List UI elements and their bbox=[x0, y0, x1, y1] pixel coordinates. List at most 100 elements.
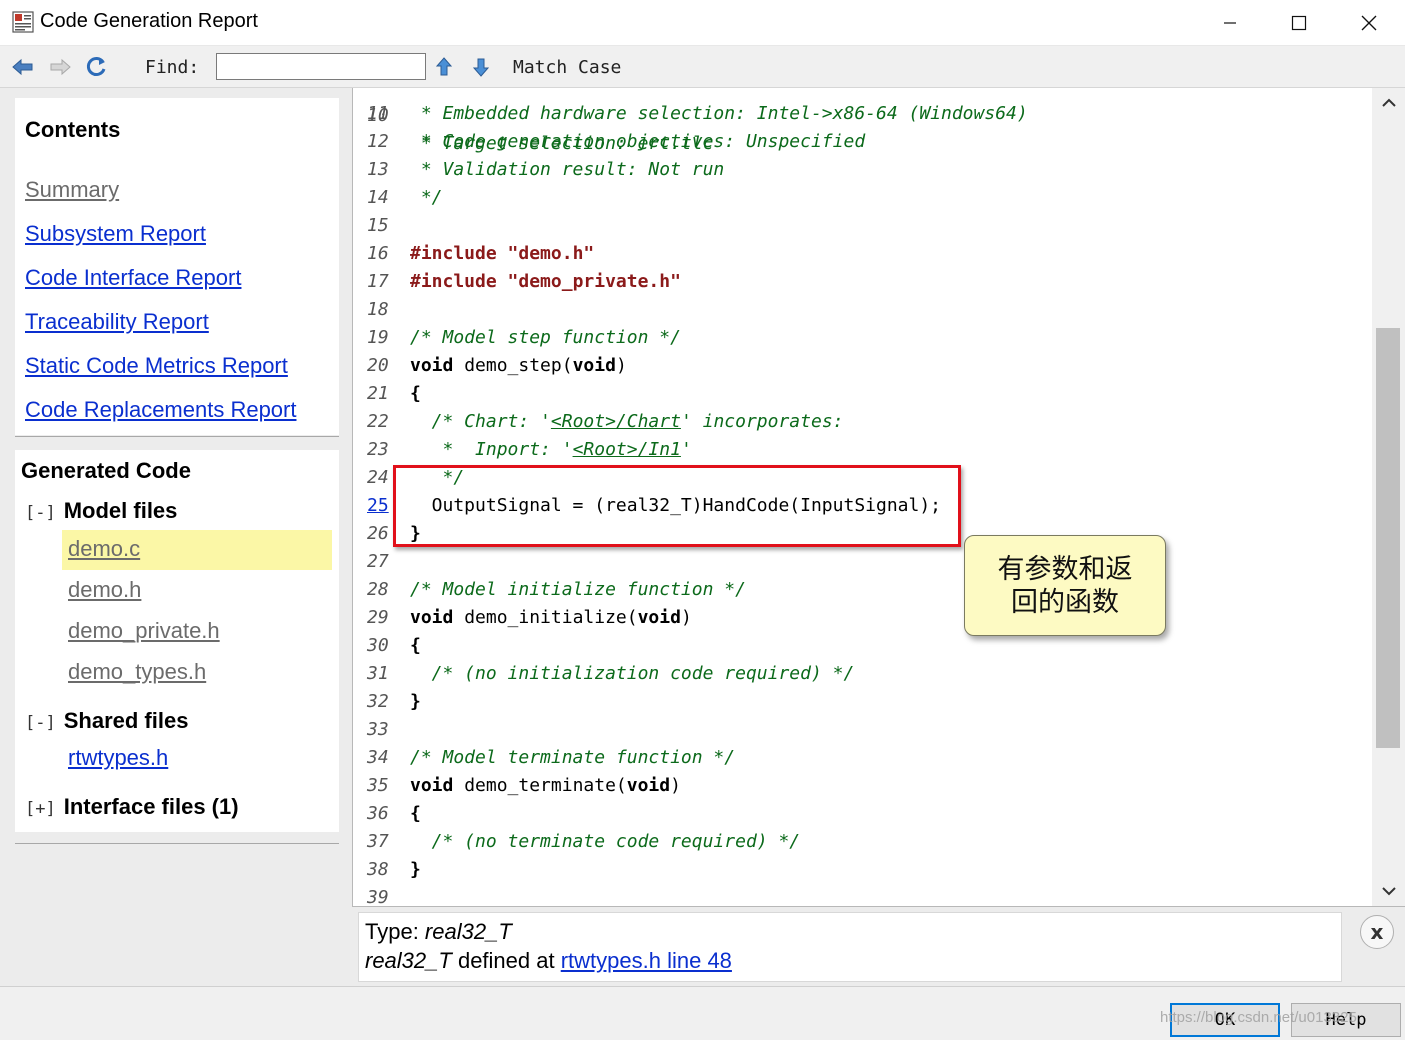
code-line: 35 void demo_terminate(void) bbox=[353, 772, 1373, 800]
code-text: */ bbox=[410, 187, 443, 208]
line-number: 39 bbox=[367, 887, 389, 906]
keyword: void bbox=[626, 775, 671, 796]
code-text: /* (no initialization code required) */ bbox=[410, 663, 855, 684]
code-line: 19 /* Model step function */ bbox=[353, 324, 1373, 352]
interface-files-toggle[interactable]: [+] bbox=[25, 799, 56, 819]
scroll-down-button[interactable] bbox=[1372, 878, 1405, 904]
forward-arrow-icon bbox=[50, 58, 71, 76]
scroll-thumb[interactable] bbox=[1376, 328, 1400, 748]
code-text: { bbox=[410, 383, 421, 404]
refresh-button[interactable] bbox=[85, 55, 109, 79]
comment-text: /* Chart: ' bbox=[410, 411, 551, 432]
line-number: 16 bbox=[367, 243, 389, 264]
line-number: 36 bbox=[367, 803, 389, 824]
code-line: 37 /* (no terminate code required) */ bbox=[353, 828, 1373, 856]
maximize-icon bbox=[1291, 15, 1307, 31]
file-link-demo-c[interactable]: demo.c bbox=[68, 536, 140, 562]
line-number: 35 bbox=[367, 775, 389, 796]
code-line: 13 * Validation result: Not run bbox=[353, 156, 1373, 184]
code-line: 29 void demo_initialize(void) bbox=[353, 604, 1373, 632]
close-window-button[interactable] bbox=[1334, 0, 1404, 46]
maximize-button[interactable] bbox=[1264, 0, 1334, 46]
line-number: 12 bbox=[367, 131, 389, 152]
code-text: } bbox=[410, 859, 421, 880]
punctuation: ) bbox=[615, 355, 627, 376]
function-name: demo_terminate( bbox=[453, 775, 627, 796]
keyword: void bbox=[637, 607, 681, 628]
shared-files-group: [-] Shared files bbox=[25, 708, 188, 734]
line-number: 30 bbox=[367, 635, 389, 656]
code-line: 12 * Code generation objectives: Unspeci… bbox=[353, 128, 1373, 156]
generated-code-section: Generated Code [-] Model files demo.c de… bbox=[15, 450, 339, 832]
code-line: 23 * Inport: '<Root>/In1' bbox=[353, 436, 1373, 464]
code-line: 32} bbox=[353, 688, 1373, 716]
line-number: 28 bbox=[367, 579, 389, 600]
watermark: https://blog.csdn.net/u013325 bbox=[1160, 1009, 1357, 1026]
keyword: void bbox=[410, 607, 454, 628]
section-divider bbox=[15, 843, 339, 844]
line-number: 14 bbox=[367, 187, 389, 208]
find-input[interactable] bbox=[216, 53, 426, 80]
code-text: * Embedded hardware selection: Intel->x8… bbox=[410, 103, 1028, 124]
code-text: /* (no terminate code required) */ bbox=[410, 831, 801, 852]
type-info-box: Type: real32_T real32_T defined at rtwty… bbox=[358, 912, 1342, 982]
line-number: 27 bbox=[367, 551, 389, 572]
keyword: void bbox=[410, 775, 454, 796]
shared-files-toggle[interactable]: [-] bbox=[25, 713, 56, 733]
nav-link-code-replacements-report[interactable]: Code Replacements Report bbox=[25, 397, 296, 423]
file-link-rtwtypes-h[interactable]: rtwtypes.h bbox=[68, 745, 168, 771]
arrow-up-icon bbox=[435, 57, 453, 76]
code-scrollbar[interactable] bbox=[1372, 88, 1405, 906]
scroll-up-button[interactable] bbox=[1372, 90, 1405, 116]
code-text: void demo_initialize(void) bbox=[410, 604, 692, 632]
chevron-down-icon bbox=[1381, 887, 1396, 896]
nav-link-static-code-metrics-report[interactable]: Static Code Metrics Report bbox=[25, 353, 288, 379]
file-link-demo-types-h[interactable]: demo_types.h bbox=[68, 659, 206, 685]
model-files-toggle[interactable]: [-] bbox=[25, 503, 56, 523]
code-text: * Validation result: Not run bbox=[410, 159, 725, 180]
code-line: 28 /* Model initialize function */ bbox=[353, 576, 1373, 604]
minimize-icon bbox=[1224, 22, 1236, 24]
code-line: 22 /* Chart: '<Root>/Chart' incorporates… bbox=[353, 408, 1373, 436]
forward-button[interactable] bbox=[48, 55, 72, 79]
code-text: * Inport: '<Root>/In1' bbox=[410, 436, 692, 464]
model-block-link[interactable]: <Root>/Chart bbox=[551, 411, 681, 432]
close-info-button[interactable]: x bbox=[1360, 915, 1394, 949]
line-number: 33 bbox=[367, 719, 389, 740]
definition-link[interactable]: rtwtypes.h line 48 bbox=[561, 948, 732, 973]
back-button[interactable] bbox=[11, 55, 35, 79]
find-previous-button[interactable] bbox=[432, 55, 456, 79]
report-app-icon bbox=[12, 11, 34, 33]
definition-line: real32_T defined at rtwtypes.h line 48 bbox=[365, 948, 732, 974]
file-link-demo-h[interactable]: demo.h bbox=[68, 577, 141, 603]
arrow-down-icon bbox=[472, 58, 490, 77]
find-next-button[interactable] bbox=[469, 55, 493, 79]
model-files-group: [-] Model files bbox=[25, 498, 177, 524]
definition-type: real32_T bbox=[365, 948, 452, 973]
title-bar: Code Generation Report bbox=[0, 0, 1405, 46]
shared-files-label: Shared files bbox=[63, 708, 189, 733]
preprocessor-directive: #include bbox=[410, 271, 497, 292]
keyword: void bbox=[572, 355, 616, 376]
match-case-option[interactable]: Match Case bbox=[513, 57, 621, 78]
minimize-button[interactable] bbox=[1195, 0, 1265, 46]
type-line: Type: real32_T bbox=[365, 919, 512, 945]
nav-link-summary[interactable]: Summary bbox=[25, 177, 119, 203]
line-number: 17 bbox=[367, 271, 389, 292]
code-text: void demo_step(void) bbox=[410, 352, 627, 380]
nav-link-traceability-report[interactable]: Traceability Report bbox=[25, 309, 209, 335]
code-line: 31 /* (no initialization code required) … bbox=[353, 660, 1373, 688]
code-line: 38} bbox=[353, 856, 1373, 884]
code-line: 34 /* Model terminate function */ bbox=[353, 744, 1373, 772]
line-number: 18 bbox=[367, 299, 389, 320]
file-link-demo-private-h[interactable]: demo_private.h bbox=[68, 618, 220, 644]
line-number: 34 bbox=[367, 747, 389, 768]
model-block-link[interactable]: <Root>/In1 bbox=[573, 439, 681, 460]
left-navigation-panel: Contents Summary Subsystem Report Code I… bbox=[0, 88, 352, 986]
nav-link-code-interface-report[interactable]: Code Interface Report bbox=[25, 265, 241, 291]
line-number: 32 bbox=[367, 691, 389, 712]
nav-link-subsystem-report[interactable]: Subsystem Report bbox=[25, 221, 206, 247]
code-text: * Code generation objectives: Unspecifie… bbox=[410, 131, 866, 152]
code-text: /* Model step function */ bbox=[410, 327, 681, 348]
annotation-callout: 有参数和返回的函数 bbox=[964, 535, 1166, 636]
